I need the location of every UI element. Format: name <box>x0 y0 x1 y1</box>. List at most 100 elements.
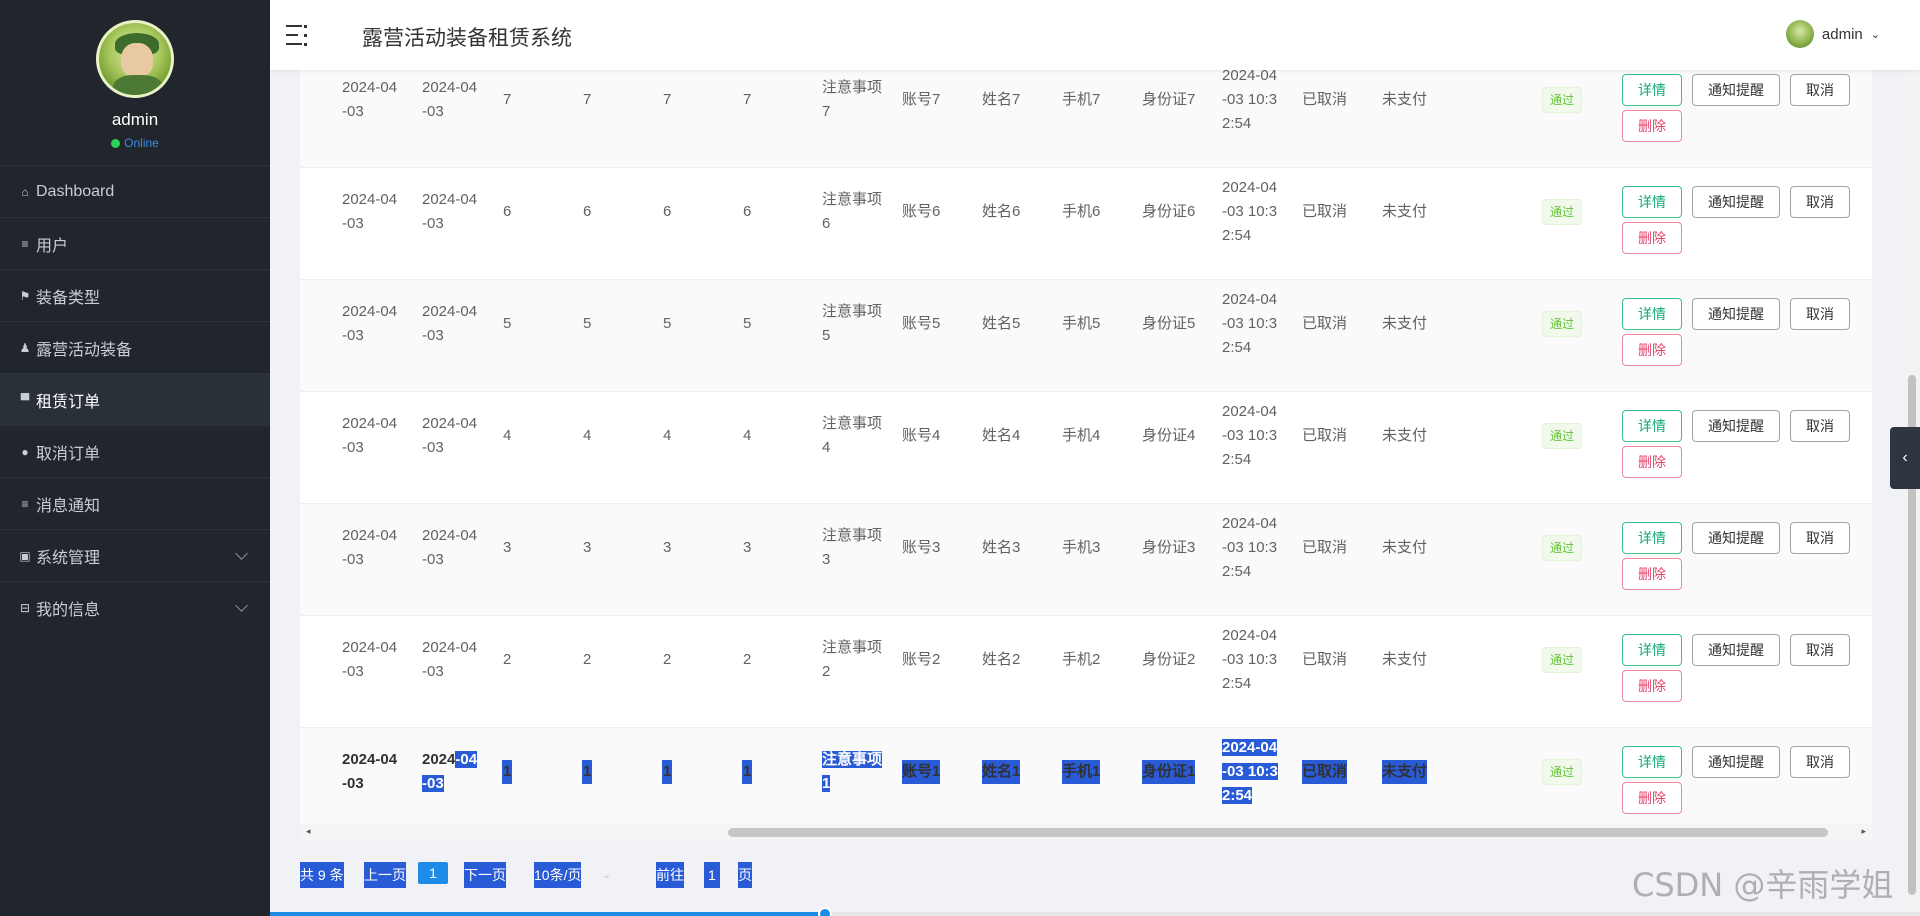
table-row[interactable]: 2024-04 -03 2024-04 -03 5 5 5 5 注意事项 5 账号5 姓名5 手机5 身份… <box>300 280 1872 392</box>
cell-create-time: 2024-04 -03 10:3 2:54 <box>1222 627 1278 692</box>
scroll-right-icon[interactable]: ▸ <box>1861 826 1866 837</box>
cancel-button[interactable]: 取消 <box>1790 746 1850 778</box>
sidebar-item[interactable]: ● 取消订单 <box>0 425 270 477</box>
notify-button[interactable]: 通知提醒 <box>1692 410 1780 442</box>
delete-button[interactable]: 删除 <box>1622 782 1682 814</box>
sidebar-item[interactable]: ♟ 露营活动装备 <box>0 321 270 373</box>
notify-button[interactable]: 通知提醒 <box>1692 186 1780 218</box>
cell-notes: 注意事项 1 <box>822 751 883 792</box>
goto-page-input[interactable]: 1 <box>704 862 720 888</box>
vertical-scrollbar[interactable] <box>1904 70 1920 912</box>
cell-quantity: 5 <box>743 315 752 332</box>
detail-button[interactable]: 详情 <box>1622 522 1682 554</box>
sidebar-item[interactable]: ≡ 消息通知 <box>0 477 270 529</box>
cell-notes: 注意事项 2 <box>822 639 883 680</box>
sidebar-item[interactable]: ⚑ 装备类型 <box>0 269 270 321</box>
table-row[interactable]: 2024-04 -03 2024-04 -03 2 2 2 2 注意事项 2 账号2 姓名2 手机2 身份… <box>300 616 1872 728</box>
menu-item-icon: ▣ <box>19 548 31 563</box>
cell-phone: 手机3 <box>1062 539 1101 556</box>
scrollbar-thumb[interactable] <box>728 828 1828 837</box>
cell-name: 姓名2 <box>982 651 1021 668</box>
notify-button[interactable]: 通知提醒 <box>1692 522 1780 554</box>
detail-button[interactable]: 详情 <box>1622 410 1682 442</box>
detail-button[interactable]: 详情 <box>1622 186 1682 218</box>
cell-create-time: 2024-04 -03 10:3 2:54 <box>1222 515 1278 580</box>
cell-start-date: 2024-04 -03 <box>342 191 398 232</box>
side-panel-toggle-icon[interactable]: ‹ <box>1890 427 1920 489</box>
loading-progress-bar <box>270 907 1920 916</box>
sidebar-menu: ⌂ Dashboard ≡ 用户 ⚑ 装备类型 ♟ 露营活动装备 ▀ 租赁订单 ● 取消订单 ≡ 消息通知… <box>0 165 270 633</box>
cancel-button[interactable]: 取消 <box>1790 186 1850 218</box>
delete-button[interactable]: 删除 <box>1622 334 1682 366</box>
cell-quantity: 4 <box>583 427 592 444</box>
notify-button[interactable]: 通知提醒 <box>1692 298 1780 330</box>
cell-create-time: 2024-04 -03 10:3 2:54 <box>1222 403 1278 468</box>
cancel-button[interactable]: 取消 <box>1790 634 1850 666</box>
notify-button[interactable]: 通知提醒 <box>1692 74 1780 106</box>
sidebar-item[interactable]: ≡ 用户 <box>0 217 270 269</box>
cancel-button[interactable]: 取消 <box>1790 74 1850 106</box>
delete-button[interactable]: 删除 <box>1622 446 1682 478</box>
cell-quantity: 3 <box>743 539 752 556</box>
goto-label: 前往 <box>656 862 684 888</box>
cell-pay-status: 未支付 <box>1382 315 1428 332</box>
table-row[interactable]: 2024-04 -03 2024-04 -03 1 1 1 1 注意事项 1 账号1 姓名1 手机1 身份… <box>300 728 1872 828</box>
delete-button[interactable]: 删除 <box>1622 558 1682 590</box>
delete-button[interactable]: 删除 <box>1622 670 1682 702</box>
detail-button[interactable]: 详情 <box>1622 298 1682 330</box>
status-badge: 通过 <box>1542 311 1583 337</box>
table-row[interactable]: 2024-04 -03 2024-04 -03 7 7 7 7 注意事项 7 账号7 姓名7 手机7 身份… <box>300 58 1872 168</box>
sidebar-item[interactable]: ▣ 系统管理 <box>0 529 270 581</box>
chevron-down-icon[interactable]: ⌄ <box>602 862 611 888</box>
horizontal-scrollbar[interactable]: ◂ ▸ <box>300 824 1872 840</box>
cell-end-date: 2024-04 -03 <box>422 303 478 344</box>
sidebar-item-label: 消息通知 <box>36 497 101 515</box>
cell-phone: 手机5 <box>1062 315 1101 332</box>
table-row[interactable]: 2024-04 -03 2024-04 -03 3 3 3 3 注意事项 3 账号3 姓名3 手机3 身份… <box>300 504 1872 616</box>
progress-knob[interactable] <box>818 907 832 916</box>
sidebar-item[interactable]: ▀ 租赁订单 <box>0 373 270 425</box>
cancel-button[interactable]: 取消 <box>1790 522 1850 554</box>
sidebar-item-label: Dashboard <box>36 182 115 200</box>
cell-notes: 注意事项 3 <box>822 527 883 568</box>
cell-end-date: 2024-04 -03 <box>422 751 478 792</box>
cell-quantity: 2 <box>663 651 672 668</box>
cell-create-time: 2024-04 -03 10:3 2:54 <box>1222 67 1278 132</box>
delete-button[interactable]: 删除 <box>1622 222 1682 254</box>
sidebar-item-label: 用户 <box>36 237 69 255</box>
header-avatar <box>1785 20 1814 48</box>
cell-quantity: 5 <box>503 315 512 332</box>
cell-account: 账号1 <box>902 760 941 784</box>
cell-create-time: 2024-04 -03 10:3 2:54 <box>1222 739 1278 804</box>
cell-name: 姓名7 <box>982 91 1021 108</box>
notify-button[interactable]: 通知提醒 <box>1692 746 1780 778</box>
menu-item-icon: ▀ <box>20 392 30 407</box>
avatar[interactable] <box>96 20 174 98</box>
delete-button[interactable]: 删除 <box>1622 110 1682 142</box>
prev-page-button[interactable]: 上一页 <box>364 862 406 888</box>
detail-button[interactable]: 详情 <box>1622 746 1682 778</box>
cell-account: 账号5 <box>902 315 941 332</box>
table-row[interactable]: 2024-04 -03 2024-04 -03 4 4 4 4 注意事项 4 账号4 姓名4 手机4 身份… <box>300 392 1872 504</box>
detail-button[interactable]: 详情 <box>1622 634 1682 666</box>
menu-item-icon: ≡ <box>21 236 29 251</box>
page-number-current[interactable]: 1 <box>418 862 448 884</box>
cell-quantity: 6 <box>663 203 672 220</box>
notify-button[interactable]: 通知提醒 <box>1692 634 1780 666</box>
hamburger-menu-icon[interactable] <box>286 25 308 46</box>
table-row[interactable]: 2024-04 -03 2024-04 -03 6 6 6 6 注意事项 6 账号6 姓名6 手机6 身份… <box>300 168 1872 280</box>
user-dropdown[interactable]: admin ⌄ <box>1785 20 1880 48</box>
scroll-left-icon[interactable]: ◂ <box>306 826 311 837</box>
chevron-down-icon: ⌄ <box>1870 28 1880 41</box>
cell-quantity: 7 <box>583 91 592 108</box>
page-size-select[interactable]: 10条/页 <box>534 862 582 888</box>
sidebar-item[interactable]: ⊟ 我的信息 <box>0 581 270 633</box>
cell-start-date: 2024-04 -03 <box>342 527 398 568</box>
user-profile: admin Online <box>0 0 270 165</box>
detail-button[interactable]: 详情 <box>1622 74 1682 106</box>
sidebar-item[interactable]: ⌂ Dashboard <box>0 165 270 217</box>
sidebar-username: admin <box>111 110 159 129</box>
cancel-button[interactable]: 取消 <box>1790 298 1850 330</box>
next-page-button[interactable]: 下一页 <box>464 862 506 888</box>
cancel-button[interactable]: 取消 <box>1790 410 1850 442</box>
